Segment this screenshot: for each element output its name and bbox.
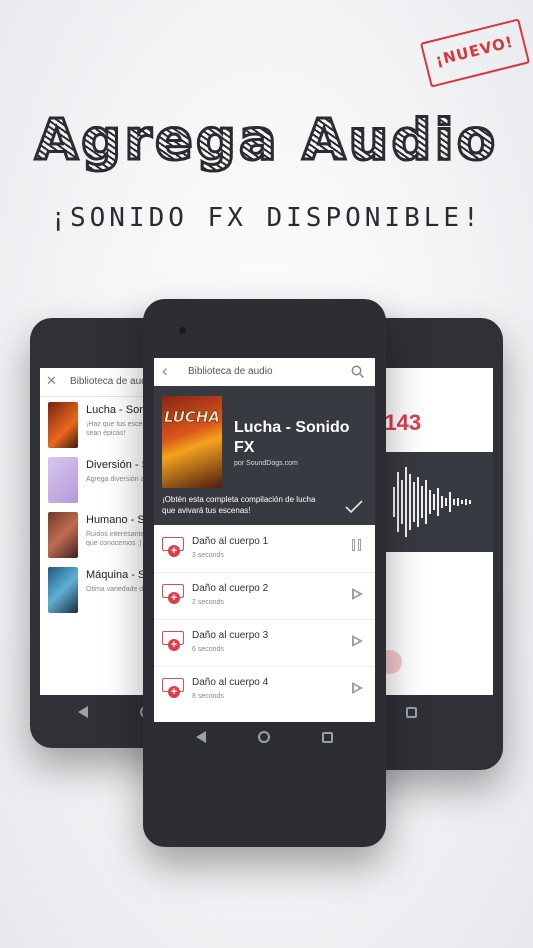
track-name: Daño al cuerpo 4 <box>192 677 269 688</box>
center-nav-bar <box>143 719 386 755</box>
album-cover <box>48 457 78 503</box>
left-header-title: Biblioteca de audio <box>70 376 155 387</box>
play-icon[interactable] <box>352 635 363 647</box>
home-nav-icon[interactable] <box>258 731 270 743</box>
track-row[interactable]: + Daño al cuerpo 1 3 seconds <box>154 525 375 573</box>
track-duration: 6 seconds <box>192 646 224 653</box>
pause-icon[interactable] <box>351 539 363 551</box>
add-icon[interactable]: + <box>168 686 180 698</box>
recent-apps-icon[interactable] <box>406 706 417 718</box>
track-name: Daño al cuerpo 2 <box>192 583 269 594</box>
back-nav-icon[interactable] <box>78 706 88 718</box>
track-name: Daño al cuerpo 3 <box>192 630 269 641</box>
album-desc: ¡Obtén esta completa compilación de luch… <box>162 495 316 515</box>
nuevo-badge: ¡NUEVO! <box>419 18 531 88</box>
track-row[interactable]: + Daño al cuerpo 4 8 seconds <box>154 666 375 713</box>
track-name: Daño al cuerpo 1 <box>192 536 269 547</box>
play-icon[interactable] <box>352 588 363 600</box>
album-cover: LUCHA <box>162 396 222 488</box>
play-icon[interactable] <box>352 682 363 694</box>
album-by: por SoundDogs.com <box>234 460 298 467</box>
album-cover <box>48 512 78 558</box>
track-row[interactable]: + Daño al cuerpo 2 2 seconds <box>154 572 375 620</box>
back-nav-icon[interactable] <box>196 731 206 743</box>
album-cover-text: LUCHA <box>163 408 221 427</box>
add-icon[interactable]: + <box>168 545 180 557</box>
headline: Agrega Audio <box>33 107 499 175</box>
track-row[interactable]: + Daño al cuerpo 3 6 seconds <box>154 619 375 667</box>
search-icon[interactable] <box>351 365 365 379</box>
track-duration: 2 seconds <box>192 599 224 606</box>
album-title: Lucha - Sonido FX <box>234 419 350 456</box>
center-header-title: Biblioteca de audio <box>188 366 273 377</box>
album-cover <box>48 402 78 448</box>
album-cover <box>48 567 78 613</box>
back-arrow-icon[interactable]: ‹ <box>162 361 168 381</box>
add-icon[interactable]: + <box>168 639 180 651</box>
center-header: ‹ Biblioteca de audio <box>154 358 375 387</box>
recent-apps-icon[interactable] <box>322 731 333 743</box>
add-icon[interactable]: + <box>168 592 180 604</box>
album-hero: LUCHA Lucha - Sonido FX por SoundDogs.co… <box>154 386 375 525</box>
subheadline: ¡SONIDO FX DISPONIBLE! <box>50 203 483 233</box>
check-icon[interactable] <box>345 500 363 514</box>
center-phone-screen: ‹ Biblioteca de audio LUCHA Lucha - Soni… <box>154 358 375 722</box>
track-duration: 3 seconds <box>192 552 224 559</box>
close-icon[interactable]: ✕ <box>46 373 57 389</box>
front-camera <box>179 327 186 334</box>
track-duration: 8 seconds <box>192 693 224 700</box>
center-phone: ‹ Biblioteca de audio LUCHA Lucha - Soni… <box>143 299 386 847</box>
